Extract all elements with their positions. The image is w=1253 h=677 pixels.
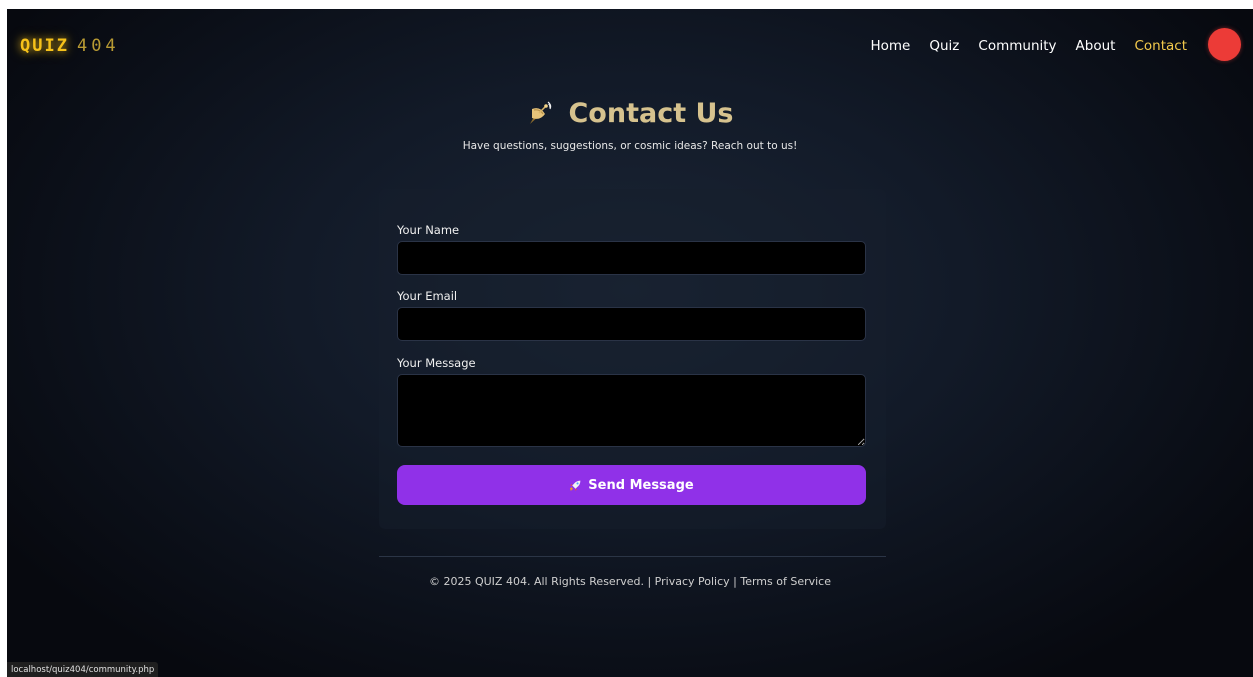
send-message-button[interactable]: Send Message — [397, 465, 866, 505]
footer: © 2025 QUIZ 404. All Rights Reserved. | … — [7, 575, 1253, 588]
logo-404-text: 404 — [76, 36, 120, 56]
nav-contact[interactable]: Contact — [1134, 38, 1187, 54]
name-label: Your Name — [397, 223, 460, 237]
rocket-icon — [570, 480, 581, 491]
site-logo[interactable]: QUIZ 404 — [20, 34, 120, 58]
page-title: Contact Us — [568, 98, 734, 129]
footer-copyright: © 2025 QUIZ 404. All Rights Reserved. | — [428, 575, 655, 588]
logo-quiz-text: QUIZ — [20, 36, 69, 56]
footer-separator: | — [729, 575, 741, 588]
email-label: Your Email — [397, 289, 458, 303]
nav-about[interactable]: About — [1076, 38, 1116, 54]
name-input[interactable] — [397, 241, 866, 275]
nav-community[interactable]: Community — [978, 38, 1056, 54]
page-header: Contact Us — [7, 98, 1253, 129]
user-avatar[interactable] — [1208, 28, 1241, 61]
nav-home[interactable]: Home — [871, 38, 911, 54]
page-subtitle: Have questions, suggestions, or cosmic i… — [462, 140, 798, 152]
satellite-dish-icon — [530, 101, 552, 124]
message-textarea[interactable] — [397, 374, 866, 447]
terms-of-service-link[interactable]: Terms of Service — [740, 575, 831, 588]
page: QUIZ 404 Home Quiz Community About Conta… — [7, 9, 1253, 677]
browser-status-url: localhost/quiz404/community.php — [7, 662, 159, 677]
footer-divider — [379, 556, 886, 557]
send-message-label: Send Message — [588, 477, 694, 493]
nav-quiz[interactable]: Quiz — [929, 38, 959, 54]
message-label: Your Message — [397, 356, 476, 370]
main-nav: Home Quiz Community About Contact — [871, 34, 1188, 58]
email-input[interactable] — [397, 307, 866, 341]
privacy-policy-link[interactable]: Privacy Policy — [655, 575, 730, 588]
